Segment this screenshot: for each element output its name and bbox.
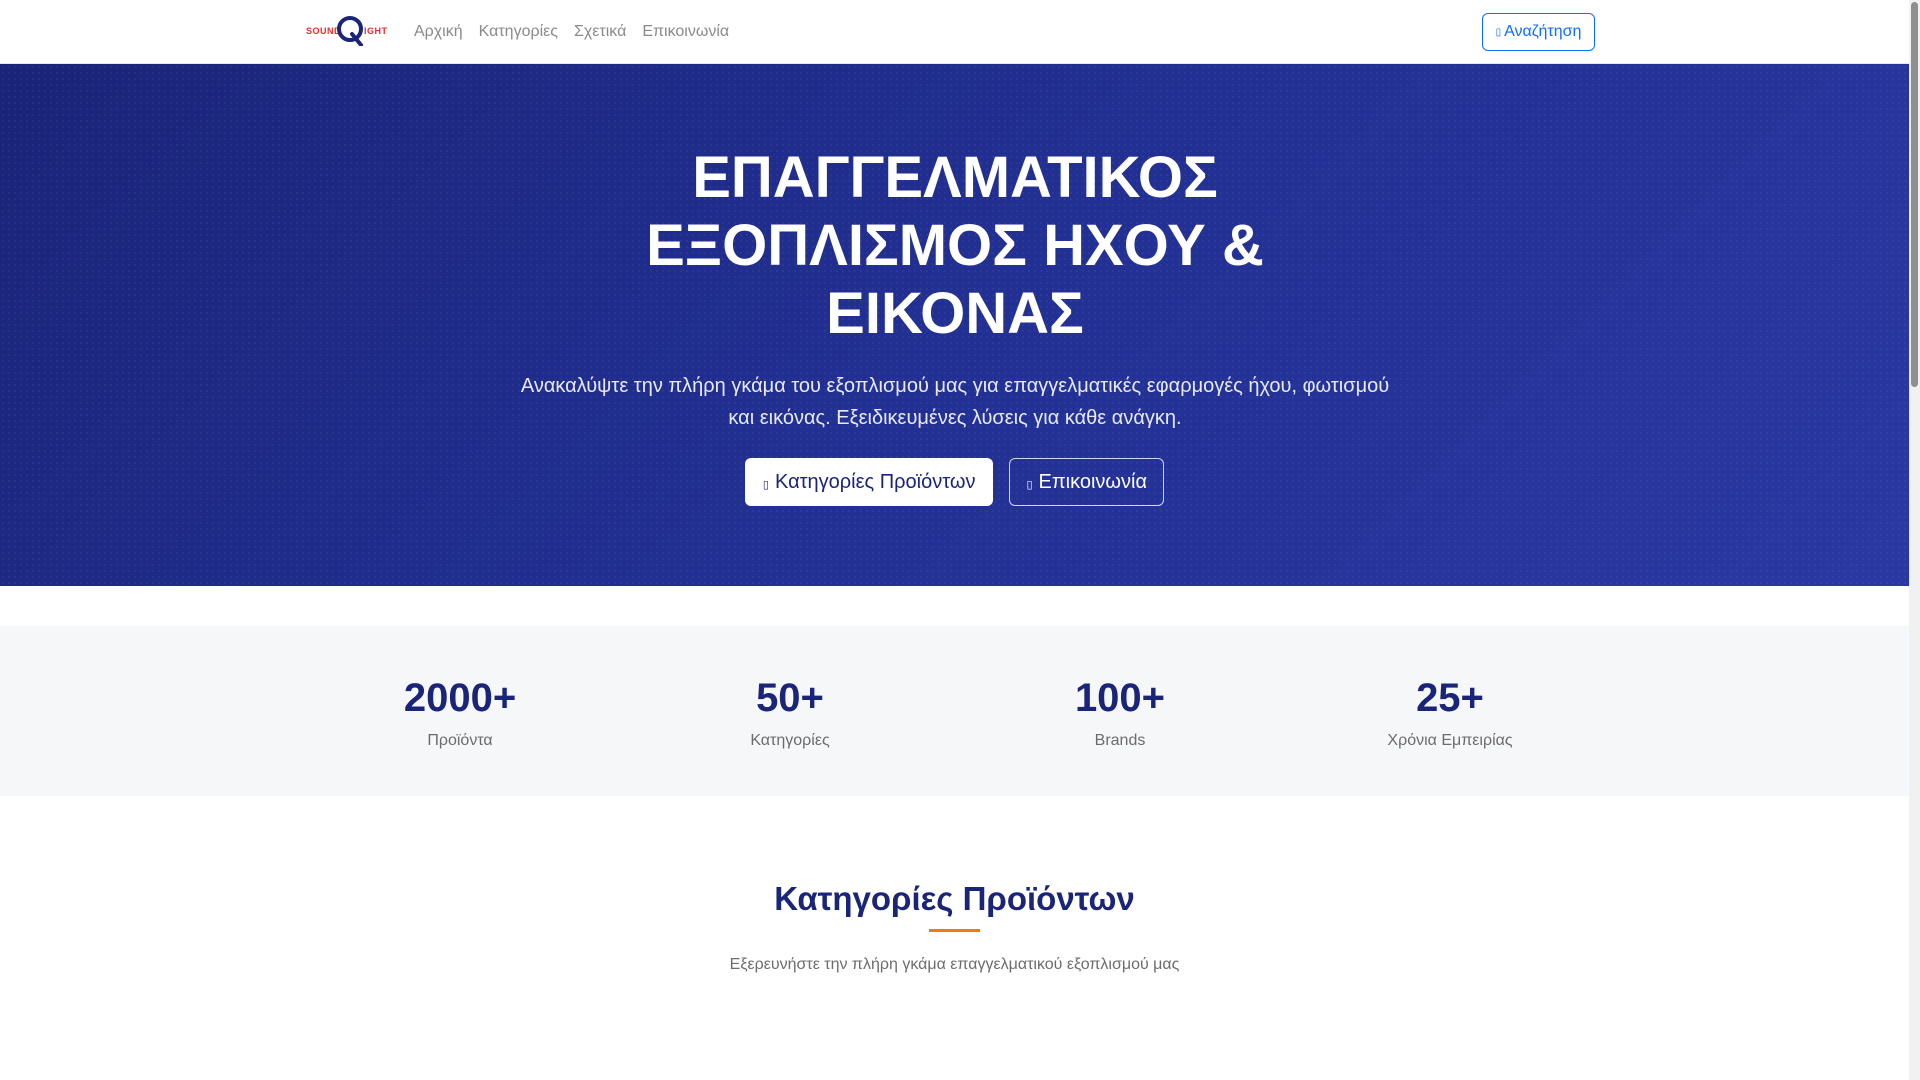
- vertical-scrollbar[interactable]: [1909, 0, 1920, 1080]
- nav-link-about[interactable]: Σχετικά: [566, 20, 634, 44]
- stats-section: 2000+ Προϊόντα 50+ Κατηγορίες 100+ Brand…: [0, 626, 1909, 796]
- contact-button-label: Επικοινωνία: [1038, 470, 1148, 493]
- title-underline-divider: [929, 929, 980, 932]
- hero-subtitle: Ανακαλύψτε την πλήρη γκάμα του εξοπλισμο…: [520, 375, 1390, 429]
- search-button-label: Αναζήτηση: [1504, 23, 1582, 40]
- main-nav: Αρχική Κατηγορίες Σχετικά Επικοινωνία: [414, 20, 737, 44]
- stat-experience: 25+ Χρόνια Εμπειρίας: [1285, 674, 1615, 750]
- hero-section: ΕΠΑΓΓΕΛΜΑΤΙΚΟΣ ΕΞΟΠΛΙΣΜΟΣ ΗΧΟΥ & ΕΙΚΟΝΑΣ…: [0, 64, 1909, 586]
- search-icon: ▯: [1495, 26, 1502, 38]
- logo-q-mark-icon: [337, 16, 363, 46]
- site-logo[interactable]: SOUND IGHT: [306, 16, 390, 50]
- nav-link-categories[interactable]: Κατηγορίες: [471, 20, 566, 44]
- logo-word-right: IGHT: [364, 26, 388, 36]
- nav-link-contact[interactable]: Επικοινωνία: [634, 20, 737, 44]
- navbar: SOUND IGHT Αρχική Κατηγορίες Σχετικά Επι…: [0, 0, 1909, 64]
- categories-button[interactable]: ▯ Κατηγορίες Προϊόντων: [744, 458, 994, 506]
- main-content: SOUND IGHT Αρχική Κατηγορίες Σχετικά Επι…: [0, 0, 1909, 1080]
- stat-label: Brands: [1094, 732, 1146, 749]
- categories-section-subtitle: Εξερευνήστε την πλήρη γκάμα επαγγελματικ…: [729, 956, 1180, 973]
- scrollbar-thumb[interactable]: [1911, 2, 1918, 387]
- stat-label: Προϊόντα: [427, 732, 493, 749]
- stat-value: 25+: [1416, 676, 1484, 720]
- logo-word-left: SOUND: [306, 26, 342, 36]
- stat-label: Χρόνια Εμπειρίας: [1387, 732, 1513, 749]
- stat-products: 2000+ Προϊόντα: [295, 674, 625, 750]
- contact-button[interactable]: ▯ Επικοινωνία: [1009, 458, 1165, 506]
- stat-value: 100+: [1074, 676, 1166, 720]
- stat-value: 2000+: [403, 676, 517, 720]
- hero-buttons: ▯ Κατηγορίες Προϊόντων ▯ Επικοινωνία: [0, 458, 1909, 506]
- page: SOUND IGHT Αρχική Κατηγορίες Σχετικά Επι…: [0, 0, 1920, 1080]
- nav-link-home[interactable]: Αρχική: [414, 20, 471, 44]
- stat-label: Κατηγορίες: [750, 732, 830, 749]
- grid-icon: ▯: [762, 478, 769, 491]
- phone-icon: ▯: [1026, 478, 1033, 491]
- categories-button-label: Κατηγορίες Προϊόντων: [774, 470, 976, 493]
- categories-section-title: Κατηγορίες Προϊόντων: [774, 880, 1135, 917]
- stat-brands: 100+ Brands: [955, 674, 1285, 750]
- hero-title: ΕΠΑΓΓΕΛΜΑΤΙΚΟΣ ΕΞΟΠΛΙΣΜΟΣ ΗΧΟΥ & ΕΙΚΟΝΑΣ: [646, 145, 1264, 346]
- stat-value: 50+: [756, 676, 824, 720]
- stat-categories: 50+ Κατηγορίες: [625, 674, 955, 750]
- search-button[interactable]: ▯ Αναζήτηση: [1482, 13, 1595, 51]
